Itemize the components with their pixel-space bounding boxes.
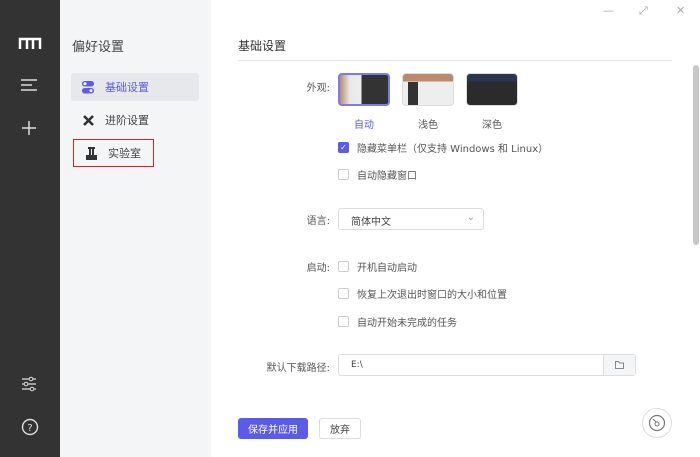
autostart-checkbox[interactable]: 开机自动启动 — [338, 259, 417, 274]
nav-title: 偏好设置 — [72, 40, 125, 55]
folder-button[interactable] — [603, 355, 635, 375]
help-icon[interactable]: ? — [21, 418, 39, 439]
checkbox-label: 恢复上次退出时窗口的大小和位置 — [357, 290, 507, 301]
chevron-down-icon: ⌄ — [466, 212, 475, 223]
add-task-icon[interactable] — [21, 120, 37, 139]
maximize-button[interactable]: ⤢ — [639, 4, 648, 18]
language-value: 简体中文 — [351, 217, 391, 228]
save-button[interactable]: 保存并应用 — [238, 418, 308, 439]
check-icon: ✓ — [338, 142, 349, 153]
theme-auto[interactable] — [338, 73, 390, 106]
settings-nav: 偏好设置 基础设置 进阶设置 实验室 — [60, 0, 211, 457]
download-path-input[interactable]: E:\ — [338, 354, 636, 376]
nav-item-label: 实验室 — [108, 147, 141, 160]
tools-icon — [81, 114, 95, 127]
toggle-icon — [81, 80, 95, 94]
nav-item-lab[interactable]: 实验室 — [73, 139, 154, 167]
checkbox-box — [338, 169, 349, 180]
nav-item-label: 进阶设置 — [105, 114, 149, 127]
discard-button[interactable]: 放弃 — [319, 418, 361, 439]
nav-item-basic[interactable]: 基础设置 — [71, 73, 199, 101]
appearance-label: 外观: — [306, 83, 330, 94]
checkbox-box — [338, 261, 349, 272]
app-dock: ? — [0, 0, 60, 457]
auto-hide-checkbox[interactable]: 自动隐藏窗口 — [338, 167, 417, 182]
checkbox-label: 自动隐藏窗口 — [357, 171, 417, 182]
restore-window-checkbox[interactable]: 恢复上次退出时窗口的大小和位置 — [338, 286, 507, 301]
startup-label: 启动: — [306, 263, 330, 274]
page-title: 基础设置 — [238, 39, 287, 53]
checkbox-box — [338, 316, 349, 327]
checkbox-box — [338, 288, 349, 299]
scrollbar-thumb[interactable] — [693, 65, 699, 245]
task-list-icon[interactable] — [20, 78, 38, 95]
divider — [238, 60, 672, 61]
theme-light[interactable] — [402, 73, 454, 106]
language-select[interactable]: 简体中文 ⌄ — [338, 208, 484, 230]
preferences-icon[interactable] — [21, 376, 37, 395]
svg-text:?: ? — [27, 423, 32, 434]
speedometer-icon — [648, 414, 666, 432]
language-label: 语言: — [306, 216, 330, 227]
path-value: E:\ — [351, 360, 363, 370]
theme-auto-label: 自动 — [354, 120, 374, 131]
speedometer-button[interactable] — [642, 408, 672, 438]
folder-icon — [615, 361, 624, 369]
checkbox-label: 自动开始未完成的任务 — [357, 318, 457, 329]
resume-tasks-checkbox[interactable]: 自动开始未完成的任务 — [338, 314, 457, 329]
minimize-button[interactable]: — — [603, 4, 614, 17]
checkbox-label: 隐藏菜单栏（仅支持 Windows 和 Linux） — [357, 144, 549, 155]
theme-light-label: 浅色 — [418, 120, 438, 131]
theme-dark-label: 深色 — [482, 120, 502, 131]
lab-icon — [84, 146, 98, 160]
theme-dark[interactable] — [466, 73, 518, 106]
logo-icon — [18, 36, 42, 53]
download-path-label: 默认下载路径: — [266, 363, 330, 374]
nav-item-label: 基础设置 — [105, 81, 149, 94]
checkbox-label: 开机自动启动 — [357, 263, 417, 274]
nav-item-advanced[interactable]: 进阶设置 — [71, 106, 199, 134]
hide-menu-checkbox[interactable]: ✓ 隐藏菜单栏（仅支持 Windows 和 Linux） — [338, 140, 548, 155]
close-button[interactable]: ✕ — [676, 4, 685, 17]
